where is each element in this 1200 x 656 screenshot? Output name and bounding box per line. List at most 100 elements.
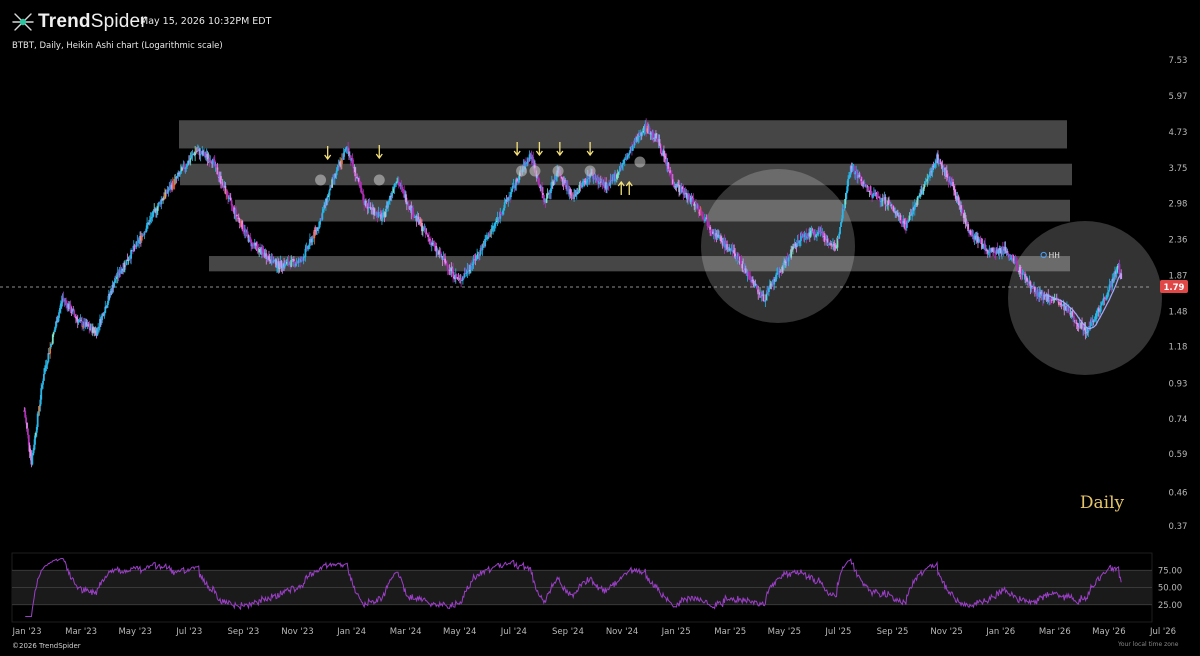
price-tick-label: 0.93 <box>1169 379 1188 389</box>
price-tick-label: 1.87 <box>1169 271 1188 281</box>
highlight-circle-2026 <box>1008 221 1162 375</box>
support-resistance-zones <box>179 120 1072 272</box>
candle-body <box>235 209 237 216</box>
candle-body <box>897 212 899 216</box>
price-tick-label: 3.75 <box>1169 164 1188 174</box>
price-tick-label: 0.74 <box>1169 415 1188 425</box>
candle-body <box>1120 273 1123 280</box>
time-tick-label: May '24 <box>443 627 476 637</box>
candle-body <box>278 268 281 270</box>
price-tick-label: 7.53 <box>1169 56 1188 66</box>
candle-body <box>709 226 712 230</box>
time-tick-label: Jul '23 <box>175 627 202 637</box>
candle-body <box>186 165 189 167</box>
candle-body <box>923 184 926 188</box>
candle-body <box>764 300 767 302</box>
time-tick-label: Mar '25 <box>714 627 746 637</box>
candle-body <box>494 221 497 225</box>
candle-body <box>744 268 747 273</box>
last-price-label: 1.79 <box>1164 283 1185 293</box>
time-tick-label: May '26 <box>1092 627 1125 637</box>
candle-body <box>130 250 132 259</box>
candle-body <box>1099 305 1102 312</box>
price-tick-label: 5.97 <box>1169 92 1188 102</box>
time-tick-label: May '23 <box>118 627 151 637</box>
signal-dot <box>516 165 528 177</box>
rsi-tick-label: 25.00 <box>1158 601 1182 611</box>
time-tick-label: Mar '24 <box>390 627 422 637</box>
candle-body <box>25 417 28 423</box>
rsi-tick-label: 75.00 <box>1158 566 1182 576</box>
signal-dot <box>373 174 385 186</box>
time-tick-label: Jul '24 <box>500 627 527 637</box>
candle-body <box>841 208 844 219</box>
time-tick-label: Jan '25 <box>661 627 691 637</box>
time-tick-label: Jan '26 <box>985 627 1015 637</box>
sr-zone <box>180 163 1072 186</box>
time-tick-label: Sep '23 <box>227 627 259 637</box>
candle-body <box>1108 284 1111 291</box>
time-tick-label: Nov '23 <box>281 627 313 637</box>
time-tick-label: Jul '25 <box>824 627 851 637</box>
signal-dot <box>529 165 541 177</box>
timezone-note: Your local time zone <box>1118 641 1179 648</box>
time-tick-label: Nov '24 <box>606 627 638 637</box>
price-tick-label: 0.37 <box>1169 522 1188 532</box>
price-tick-label: 1.18 <box>1169 343 1188 353</box>
candle-body <box>401 187 404 190</box>
rsi-panel: 75.00 50.00 25.00 <box>11 552 1182 623</box>
price-tick-label: 4.73 <box>1169 128 1188 138</box>
candle-body <box>421 229 424 232</box>
candle-body <box>1017 266 1019 271</box>
sr-zone <box>209 256 1070 272</box>
candle-body <box>952 181 954 186</box>
candle-body <box>839 227 841 234</box>
candle-body <box>445 263 448 266</box>
candle-body <box>42 380 44 385</box>
candle-body <box>321 212 324 220</box>
signal-dot <box>552 165 564 177</box>
time-tick-label: Sep '25 <box>877 627 909 637</box>
time-tick-label: May '25 <box>768 627 801 637</box>
time-tick-label: Jan '23 <box>12 627 42 637</box>
candle-body <box>407 204 410 207</box>
candle-body <box>845 192 848 200</box>
candle-body <box>58 312 60 318</box>
time-tick-label: Jul '26 <box>1149 627 1176 637</box>
candle-body <box>328 190 331 196</box>
price-axis: 7.53 5.97 4.73 3.75 2.98 2.36 1.87 1.48 1.18 0.93… <box>1169 56 1188 532</box>
timeframe-label: Daily <box>1080 493 1125 513</box>
candle-body <box>73 310 76 315</box>
time-tick-label: Mar '26 <box>1039 627 1071 637</box>
candle-body <box>446 265 449 270</box>
copyright: ©2026 TrendSpider <box>12 642 81 650</box>
candle-body <box>545 198 548 203</box>
signal-dot <box>315 174 327 186</box>
price-tick-label: 2.36 <box>1169 235 1188 245</box>
candle-body <box>52 332 55 335</box>
higher-high-label: HH <box>1049 251 1060 260</box>
candle-body <box>787 257 790 262</box>
time-tick-label: Jan '24 <box>336 627 366 637</box>
sr-zone <box>235 199 1070 222</box>
rsi-tick-label: 50.00 <box>1158 584 1182 594</box>
price-tick-label: 0.46 <box>1169 488 1188 498</box>
candle-body <box>31 455 34 465</box>
candle-body <box>660 148 663 154</box>
candle-body <box>847 178 849 187</box>
candle-body <box>47 353 50 362</box>
candle-body <box>43 374 45 381</box>
sr-zone <box>179 120 1067 149</box>
candle-body <box>236 215 238 217</box>
last-price-tag: 1.79 <box>1160 280 1188 293</box>
time-axis: Jan '23 Mar '23 May '23 Jul '23 Sep '23 Nov '… <box>12 627 1177 637</box>
price-tick-label: 1.48 <box>1169 308 1188 318</box>
time-tick-label: Nov '25 <box>930 627 962 637</box>
price-chart[interactable]: HH 7.53 5.97 4.73 3.75 2.98 2.36 1.87 1.48 1.18 0… <box>0 0 1200 656</box>
candle-body <box>26 428 29 435</box>
price-tick-label: 2.98 <box>1169 199 1188 209</box>
candle-body <box>528 154 531 162</box>
signal-dot <box>634 156 646 168</box>
candle-body <box>652 131 655 138</box>
signal-dot <box>584 165 596 177</box>
